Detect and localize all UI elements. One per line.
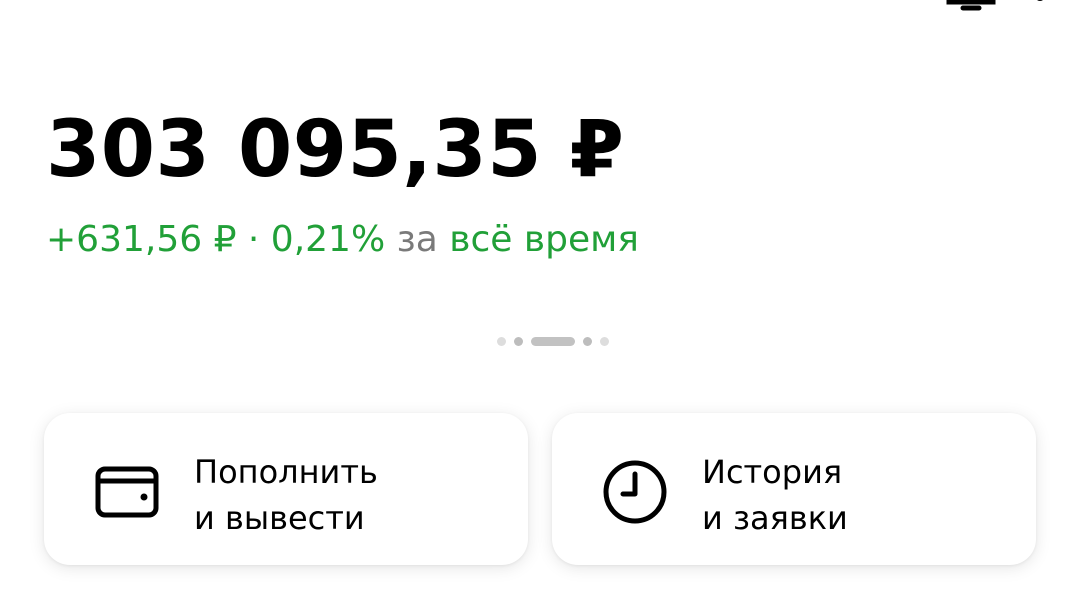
partial-menu-icon[interactable] [1028, 0, 1052, 8]
partial-toolbar-icon[interactable] [945, 0, 997, 12]
clock-icon [603, 460, 667, 524]
deposit-withdraw-button[interactable]: Пополнить и вывести [44, 413, 528, 565]
portfolio-balance: 303 095,35 ₽ [46, 105, 625, 195]
history-requests-label: История и заявки [702, 453, 848, 537]
history-requests-button[interactable]: История и заявки [552, 413, 1036, 565]
deposit-withdraw-label: Пополнить и вывести [194, 453, 378, 537]
change-amount: +631,56 ₽ · 0,21% [46, 219, 386, 260]
change-period-prefix: за [396, 219, 438, 260]
change-period[interactable]: всё время [449, 219, 639, 260]
wallet-icon [95, 466, 159, 518]
portfolio-change[interactable]: +631,56 ₽ · 0,21% за всё время [46, 218, 639, 261]
page-dot [600, 336, 609, 346]
page-dot [514, 336, 523, 346]
page-indicator [497, 336, 609, 346]
page-dot [497, 336, 506, 346]
page-dot-active [531, 336, 575, 346]
page-dot [583, 336, 592, 346]
top-toolbar [840, 0, 1080, 18]
